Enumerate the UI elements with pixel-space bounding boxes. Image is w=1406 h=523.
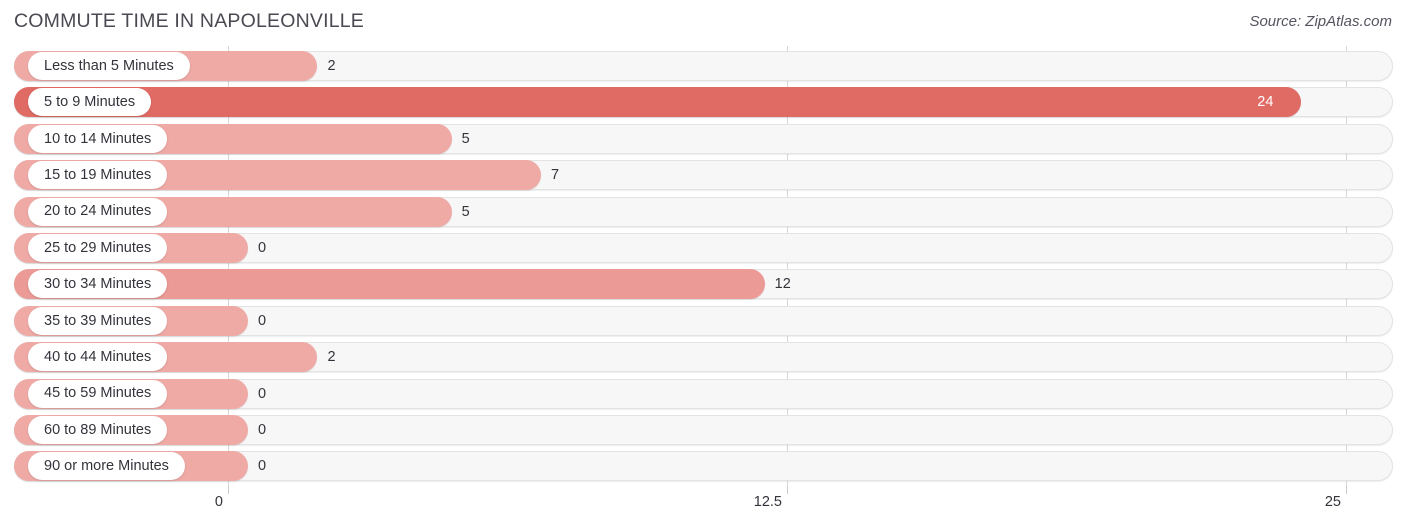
chart-root: COMMUTE TIME IN NAPOLEONVILLE Source: Zi… bbox=[0, 0, 1406, 523]
category-label-pill: 90 or more Minutes bbox=[28, 452, 185, 481]
bar-value-label: 2 bbox=[327, 349, 336, 366]
category-label-pill: 5 to 9 Minutes bbox=[28, 88, 152, 117]
bar-row[interactable]: Less than 5 Minutes 2 bbox=[14, 51, 1393, 81]
category-label: 90 or more Minutes bbox=[44, 458, 169, 475]
bar-value-label: 2 bbox=[327, 58, 336, 74]
category-label-pill: 30 to 34 Minutes bbox=[28, 270, 168, 299]
bar-row[interactable]: 20 to 24 Minutes 5 bbox=[14, 196, 1393, 227]
category-label-pill: 60 to 89 Minutes bbox=[28, 416, 168, 444]
bar-row[interactable]: 60 to 89 Minutes 0 bbox=[14, 415, 1393, 445]
axis-label-12.5: 12.5 bbox=[753, 494, 782, 510]
bar-row[interactable]: 15 to 19 Minutes 7 bbox=[14, 160, 1393, 191]
axis-label-25: 25 bbox=[1324, 494, 1341, 510]
category-label-pill: 10 to 14 Minutes bbox=[28, 124, 168, 153]
category-label-pill: 35 to 39 Minutes bbox=[28, 306, 168, 335]
category-label-pill: 25 to 29 Minutes bbox=[28, 234, 168, 262]
bar-value-label: 5 bbox=[461, 130, 470, 147]
bar-value-label: 12 bbox=[774, 276, 791, 293]
bar-value-label: 0 bbox=[258, 312, 267, 329]
category-label: 20 to 24 Minutes bbox=[44, 203, 152, 220]
category-label: 10 to 14 Minutes bbox=[44, 130, 152, 147]
category-label: 5 to 9 Minutes bbox=[44, 94, 136, 111]
category-label: 45 to 59 Minutes bbox=[44, 385, 152, 402]
bar-row[interactable]: 25 to 29 Minutes 0 bbox=[14, 233, 1393, 263]
category-label: 60 to 89 Minutes bbox=[44, 421, 152, 438]
bar-row[interactable]: 90 or more Minutes 0 bbox=[14, 451, 1393, 482]
axis-tick-0 bbox=[228, 486, 229, 494]
x-axis: 0 12.5 25 bbox=[0, 486, 1406, 523]
bar-row[interactable]: 35 to 39 Minutes 0 bbox=[14, 305, 1393, 336]
bar-row[interactable]: 30 to 34 Minutes 12 bbox=[14, 269, 1393, 300]
bar-value-label: 7 bbox=[551, 167, 560, 184]
category-label-pill: 45 to 59 Minutes bbox=[28, 379, 168, 408]
bar-value-label-inside: 24 bbox=[1257, 94, 1274, 111]
bar-value-label: 0 bbox=[258, 458, 267, 475]
category-label-pill: 40 to 44 Minutes bbox=[28, 343, 168, 372]
chart-title: COMMUTE TIME IN NAPOLEONVILLE bbox=[14, 10, 365, 32]
bar-rows: Less than 5 Minutes 2 5 to 9 Minutes 24 10 t… bbox=[0, 46, 1406, 486]
plot-area: Less than 5 Minutes 2 5 to 9 Minutes 24 10 t… bbox=[0, 46, 1406, 486]
category-label: Less than 5 Minutes bbox=[44, 57, 174, 74]
category-label: 40 to 44 Minutes bbox=[44, 348, 152, 365]
bar-value-label: 0 bbox=[258, 240, 267, 256]
category-label: 15 to 19 Minutes bbox=[44, 166, 152, 183]
bar-row[interactable]: 45 to 59 Minutes 0 bbox=[14, 378, 1393, 409]
bar-row[interactable]: 10 to 14 Minutes 5 bbox=[14, 123, 1393, 154]
category-label-pill: 20 to 24 Minutes bbox=[28, 197, 168, 226]
category-label-pill: 15 to 19 Minutes bbox=[28, 161, 168, 190]
category-label-pill: Less than 5 Minutes bbox=[28, 52, 190, 80]
bar-value-label: 0 bbox=[258, 385, 267, 402]
bar-value-label: 0 bbox=[258, 422, 267, 438]
axis-tick-12.5 bbox=[787, 486, 788, 494]
axis-tick-25 bbox=[1346, 486, 1347, 494]
axis-label-0: 0 bbox=[214, 494, 223, 510]
category-label: 30 to 34 Minutes bbox=[44, 276, 152, 293]
bar-row[interactable]: 5 to 9 Minutes 24 bbox=[14, 87, 1393, 118]
bar[interactable] bbox=[14, 87, 1302, 118]
category-label: 25 to 29 Minutes bbox=[44, 239, 152, 256]
chart-source-attribution: Source: ZipAtlas.com bbox=[1249, 13, 1392, 30]
bar-row[interactable]: 40 to 44 Minutes 2 bbox=[14, 342, 1393, 373]
bar-value-label: 5 bbox=[461, 203, 470, 220]
category-label: 35 to 39 Minutes bbox=[44, 312, 152, 329]
